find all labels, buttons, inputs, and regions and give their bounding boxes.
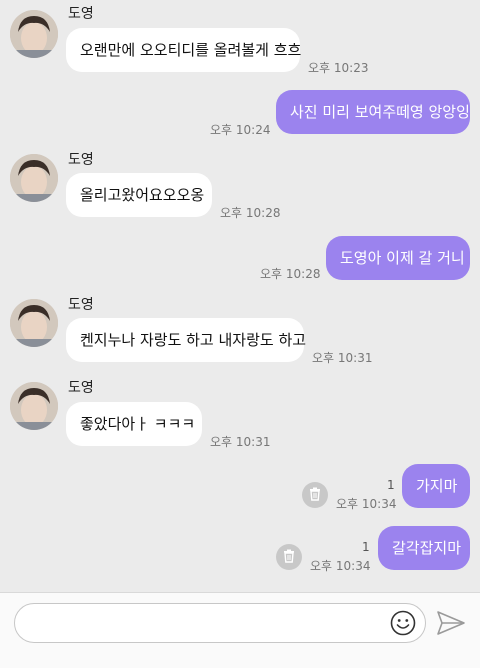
message-time: 오후 10:31 xyxy=(210,435,271,449)
message-time: 오후 10:28 xyxy=(220,206,281,220)
smiley-icon[interactable] xyxy=(390,610,416,640)
send-icon[interactable] xyxy=(436,610,466,640)
unread-count: 1 xyxy=(387,478,395,492)
message-input-bar xyxy=(0,592,480,668)
incoming-message[interactable]: 좋았다아ㅏ ㅋㅋㅋ xyxy=(66,402,202,446)
outgoing-message[interactable]: 도영아 이제 갈 거니 xyxy=(326,236,470,280)
chat-area[interactable]: 도영 오랜만에 오오티디를 올려볼게 흐흐 오후 10:23 사진 미리 보여주… xyxy=(0,0,480,592)
sender-name: 도영 xyxy=(68,297,94,313)
sender-name: 도영 xyxy=(68,152,94,168)
outgoing-message[interactable]: 갈각잡지마 xyxy=(378,526,470,570)
sender-avatar[interactable] xyxy=(10,10,58,58)
sender-avatar[interactable] xyxy=(10,299,58,347)
delete-message-button[interactable] xyxy=(302,482,328,508)
message-time: 오후 10:34 xyxy=(310,559,371,573)
unread-count: 1 xyxy=(362,540,370,554)
message-time: 오후 10:24 xyxy=(210,123,271,137)
incoming-message[interactable]: 켄지누나 자랑도 하고 내자랑도 하고 xyxy=(66,318,306,362)
outgoing-message[interactable]: 사진 미리 보여주떼영 앙앙잉 xyxy=(276,90,470,134)
message-time: 오후 10:23 xyxy=(308,61,369,75)
sender-avatar[interactable] xyxy=(10,154,58,202)
trash-icon xyxy=(282,548,296,567)
sender-avatar[interactable] xyxy=(10,382,58,430)
sender-name: 도영 xyxy=(68,6,94,22)
incoming-message[interactable]: 오랜만에 오오티디를 올려볼게 흐흐 xyxy=(66,28,301,72)
sender-name: 도영 xyxy=(68,380,94,396)
delete-message-button[interactable] xyxy=(276,544,302,570)
message-time: 오후 10:31 xyxy=(312,351,373,365)
message-time: 오후 10:28 xyxy=(260,267,321,281)
message-time: 오후 10:34 xyxy=(336,497,397,511)
outgoing-message[interactable]: 가지마 xyxy=(402,464,470,508)
incoming-message[interactable]: 올리고왔어요오오옹 xyxy=(66,173,212,217)
trash-icon xyxy=(308,486,322,505)
message-input[interactable] xyxy=(14,603,426,643)
